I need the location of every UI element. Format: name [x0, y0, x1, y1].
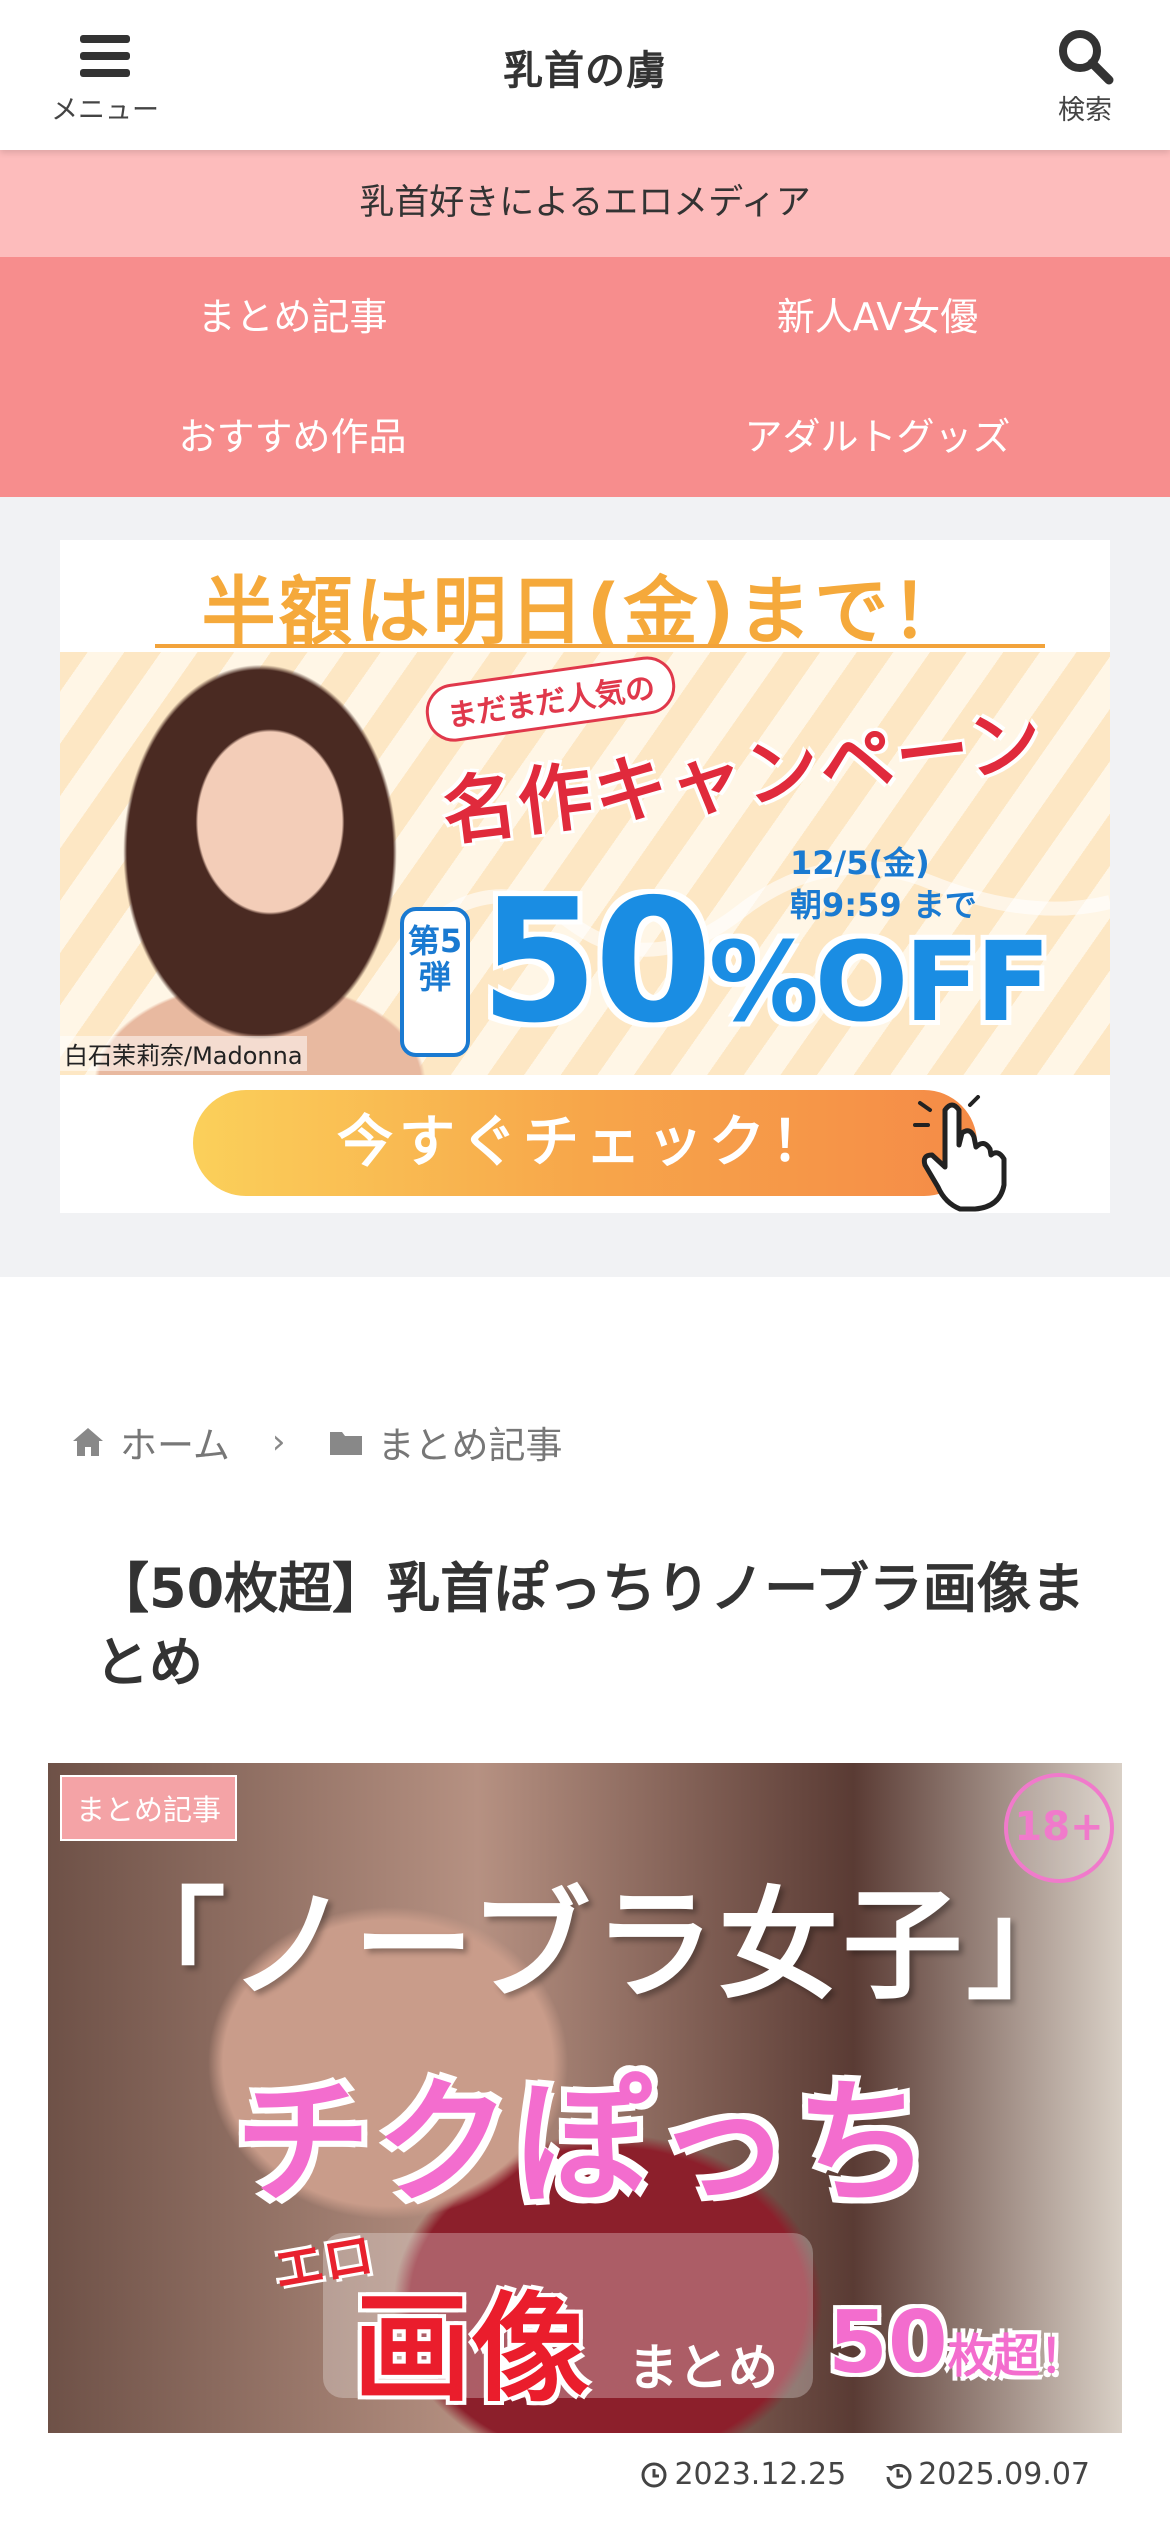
- category-label[interactable]: まとめ記事: [60, 1775, 238, 1841]
- site-title[interactable]: 乳首の虜: [0, 38, 1170, 96]
- eyecatch-matome: まとめ: [628, 2339, 778, 2397]
- pointing-hand-icon: [913, 1095, 1007, 1212]
- search-label: 検索: [1058, 95, 1112, 126]
- nav-item-matome[interactable]: まとめ記事: [0, 257, 585, 377]
- model-credit: 白石茉莉奈/Madonna: [60, 1036, 307, 1071]
- eyecatch-count-value: 50: [828, 2293, 948, 2393]
- history-icon: [886, 2463, 912, 2489]
- banner-headline: 半額は明日(金)まで！: [201, 569, 969, 655]
- article-card: ホーム › まとめ記事 【50枚超】乳首ぽっちりノーブラ画像まとめ まとめ記事 …: [0, 1277, 1170, 2532]
- updated-date: 2025.09.07: [918, 2457, 1090, 2492]
- discount-value: 50: [480, 863, 713, 1061]
- search-button[interactable]: 検索: [1010, 18, 1160, 133]
- search-icon: [1059, 30, 1114, 85]
- round-badge: 第5弾: [400, 907, 470, 1057]
- eyecatch-gazou: 画像: [353, 2280, 590, 2418]
- check-now-button[interactable]: 今すぐチェック！: [193, 1090, 977, 1196]
- chevron-right-icon: ›: [271, 1422, 286, 1462]
- nav-item-recommended[interactable]: おすすめ作品: [0, 377, 585, 497]
- site-tagline: 乳首好きによるエロメディア: [0, 150, 1170, 257]
- nav-item-adult-goods[interactable]: アダルトグッズ: [585, 377, 1170, 497]
- breadcrumb-home[interactable]: ホーム: [120, 1415, 230, 1469]
- post-dates: 2023.12.25 2025.09.07: [640, 2457, 1090, 2492]
- discount: 50%OFF: [480, 867, 1051, 1077]
- folder-icon: [329, 1432, 362, 1455]
- home-icon: [73, 1428, 103, 1456]
- eyecatch-count: 50枚超！: [828, 2293, 1086, 2393]
- main-nav: まとめ記事 新人AV女優 おすすめ作品 アダルトグッズ: [0, 257, 1170, 497]
- banner-body: 白石茉莉奈/Madonna まだまだ人気の 名作キャンペーン 12/5(金) 朝…: [60, 652, 1110, 1075]
- eyecatch-line2: チクぽっち: [235, 2065, 935, 2223]
- eyecatch-image: まとめ記事 18+ 「ノーブラ女子」 チクぽっち エロ 画像 まとめ 50枚超！: [48, 1763, 1122, 2433]
- discount-unit: %OFF: [708, 918, 1051, 1046]
- site-header: メニュー 乳首の虜 検索: [0, 0, 1170, 150]
- published-date: 2023.12.25: [674, 2457, 847, 2492]
- eyecatch-line1: 「ノーブラ女子」: [105, 1877, 1091, 2016]
- eyecatch-count-suffix: 枚超！: [947, 2329, 1086, 2383]
- breadcrumb-category[interactable]: まとめ記事: [378, 1415, 563, 1469]
- nav-item-new-actress[interactable]: 新人AV女優: [585, 257, 1170, 377]
- clock-icon: [641, 2462, 667, 2487]
- headline-rule: [155, 644, 1045, 648]
- banner-headline-area: 半額は明日(金)まで！: [60, 540, 1110, 655]
- campaign-banner[interactable]: 半額は明日(金)まで！ 白石茉莉奈/Madonna まだまだ人気の 名作キャンペ…: [60, 540, 1110, 1213]
- post-title: 【50枚超】乳首ぽっちりノーブラ画像まとめ: [95, 1557, 1085, 1694]
- breadcrumb: ホーム › まとめ記事: [70, 1417, 563, 1467]
